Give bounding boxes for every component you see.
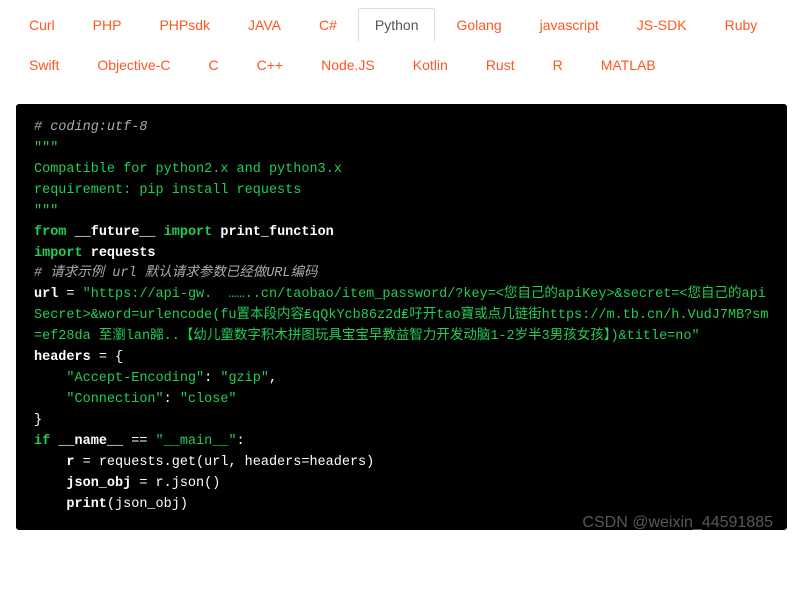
header-val: "gzip" xyxy=(220,371,269,386)
kw-import: import xyxy=(34,246,83,261)
module-future: __future__ xyxy=(75,225,156,240)
tab-phpsdk[interactable]: PHPsdk xyxy=(142,8,227,42)
var-headers: headers xyxy=(34,350,91,365)
docstring-line: Compatible for python2.x and python3.x xyxy=(34,162,342,177)
header-key: "Connection" xyxy=(66,392,163,407)
tab-swift[interactable]: Swift xyxy=(12,48,76,82)
header-key: "Accept-Encoding" xyxy=(66,371,204,386)
call-requests-get: = requests.get(url, headers=headers) xyxy=(75,455,375,470)
colon-sep: : xyxy=(164,392,180,407)
language-tabs: CurlPHPPHPsdkJAVAC#PythonGolangjavascrip… xyxy=(0,0,803,96)
brace-close: } xyxy=(34,413,42,428)
kw-if: if xyxy=(34,434,50,449)
print-args: (json_obj) xyxy=(107,497,188,512)
brace-open: = { xyxy=(91,350,123,365)
string-main: "__main__" xyxy=(156,434,237,449)
var-r: r xyxy=(66,455,74,470)
tab-row-1: CurlPHPPHPsdkJAVAC#PythonGolangjavascrip… xyxy=(12,8,791,42)
tab-node-js[interactable]: Node.JS xyxy=(304,48,392,82)
header-val: "close" xyxy=(180,392,237,407)
tab-curl[interactable]: Curl xyxy=(12,8,72,42)
colon: : xyxy=(237,434,245,449)
docstring-open: """ xyxy=(34,141,58,156)
tab-golang[interactable]: Golang xyxy=(439,8,518,42)
tab-ruby[interactable]: Ruby xyxy=(708,8,775,42)
comma: , xyxy=(269,371,277,386)
ident-print-function: print_function xyxy=(220,225,333,240)
tab-php[interactable]: PHP xyxy=(76,8,139,42)
kw-from: from xyxy=(34,225,66,240)
tab-objective-c[interactable]: Objective-C xyxy=(80,48,187,82)
call-r-json: = r.json() xyxy=(131,476,220,491)
comment-coding: # coding:utf-8 xyxy=(34,120,147,135)
tab-r[interactable]: R xyxy=(536,48,580,82)
string-url: "https://api-gw. ……..cn/taobao/item_pass… xyxy=(34,287,769,344)
colon-sep: : xyxy=(204,371,220,386)
op-assign: = xyxy=(58,287,82,302)
docstring-close: """ xyxy=(34,204,58,219)
comment-url: # 请求示例 url 默认请求参数已经做URL编码 xyxy=(34,266,318,281)
tab-matlab[interactable]: MATLAB xyxy=(584,48,673,82)
op-eq: == xyxy=(123,434,155,449)
tab-python[interactable]: Python xyxy=(358,8,436,42)
code-sample[interactable]: # coding:utf-8 """ Compatible for python… xyxy=(16,104,787,530)
docstring-line: requirement: pip install requests xyxy=(34,183,301,198)
var-url: url xyxy=(34,287,58,302)
var-json-obj: json_obj xyxy=(66,476,131,491)
tab-kotlin[interactable]: Kotlin xyxy=(396,48,465,82)
tab-javascript[interactable]: javascript xyxy=(523,8,616,42)
tab-row-2: SwiftObjective-CCC++Node.JSKotlinRustRMA… xyxy=(12,48,791,82)
tab-c[interactable]: C xyxy=(191,48,235,82)
dunder-name: __name__ xyxy=(58,434,123,449)
tab-java[interactable]: JAVA xyxy=(231,8,298,42)
tab-c-[interactable]: C# xyxy=(302,8,354,42)
tab-rust[interactable]: Rust xyxy=(469,48,532,82)
module-requests: requests xyxy=(91,246,156,261)
tab-c-[interactable]: C++ xyxy=(240,48,300,82)
kw-import: import xyxy=(164,225,213,240)
tab-js-sdk[interactable]: JS-SDK xyxy=(620,8,704,42)
func-print: print xyxy=(66,497,107,512)
